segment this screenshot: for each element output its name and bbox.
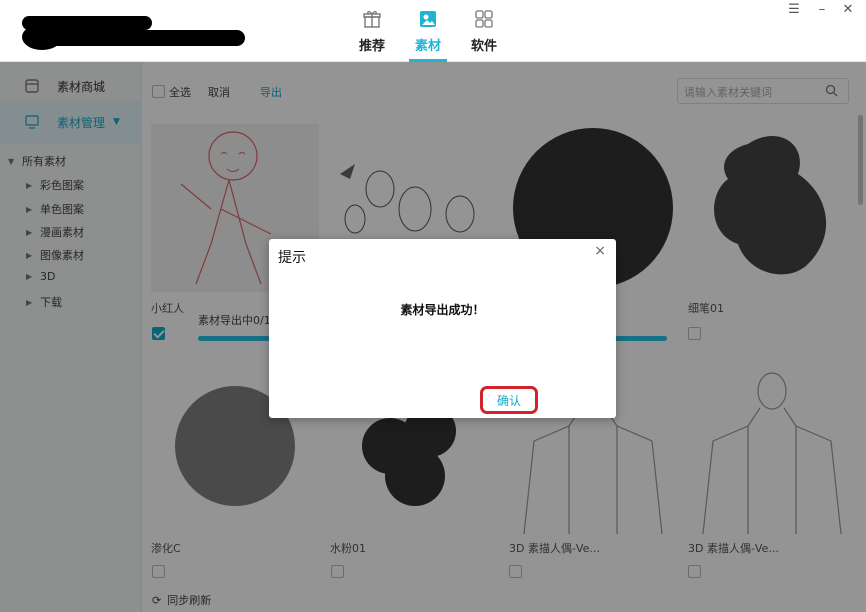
dialog-message: 素材导出成功！ [400, 303, 485, 317]
confirm-button[interactable]: 确认 [480, 386, 538, 414]
minimize-icon[interactable]: – [812, 2, 832, 17]
dialog-title: 提示 [278, 250, 306, 266]
tab-recommend-label: 推荐 [358, 39, 385, 54]
gift-icon [361, 8, 383, 30]
grid-icon [473, 8, 495, 30]
redacted-title [40, 30, 245, 46]
menu-icon[interactable]: ☰ [784, 2, 804, 17]
close-icon[interactable]: × [594, 243, 606, 259]
tab-software-label: 软件 [470, 39, 497, 54]
tab-material[interactable]: 素材 [403, 8, 453, 54]
success-dialog: 提示 × 素材导出成功！ 确认 [269, 239, 616, 418]
close-window-icon[interactable]: ✕ [838, 2, 858, 17]
tab-material-label: 素材 [414, 39, 441, 54]
app-header: 推荐 素材 软件 ☰ – ✕ [0, 0, 866, 62]
redacted-avatar [22, 24, 62, 50]
material-icon [417, 8, 439, 30]
tab-software[interactable]: 软件 [459, 8, 509, 54]
tab-recommend[interactable]: 推荐 [347, 8, 397, 54]
